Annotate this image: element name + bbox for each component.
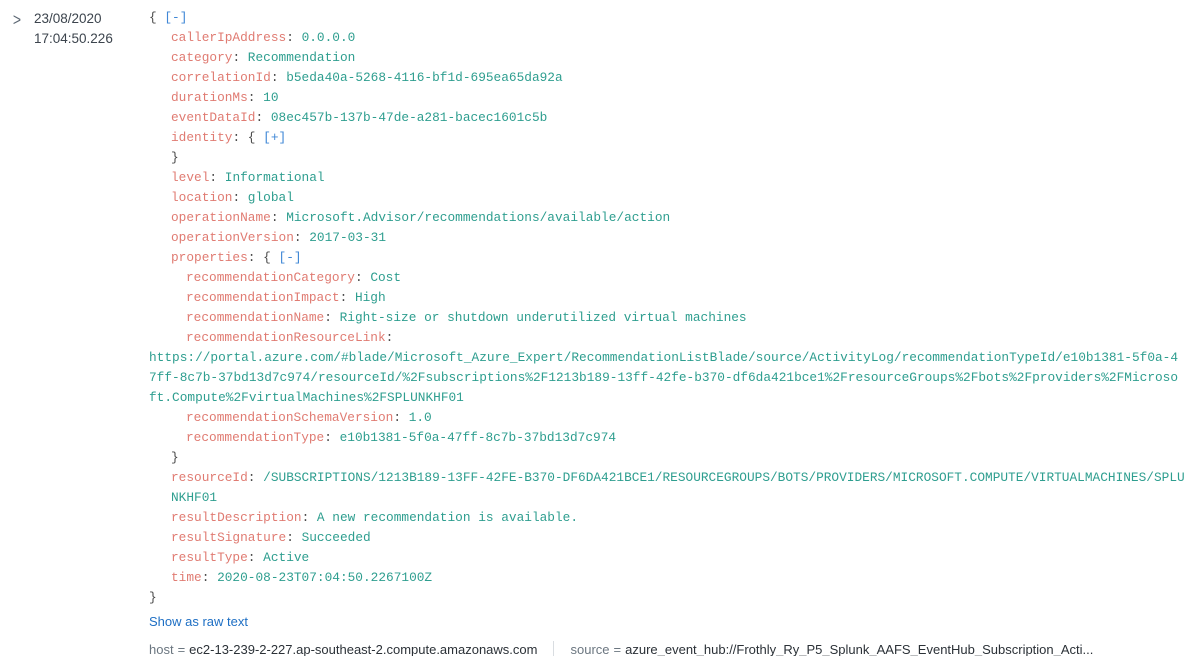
json-root-open: { [-] [149, 8, 1185, 28]
properties-collapse-toggle[interactable]: [-] [279, 250, 302, 265]
json-field-recommendationCategory: recommendationCategory: Cost [186, 270, 402, 285]
json-field-time: time: 2020-08-23T07:04:50.2267100Z [171, 570, 433, 585]
json-value[interactable]: Microsoft.Advisor/recommendations/availa… [286, 210, 670, 225]
json-field-properties: properties: { [-] [171, 250, 302, 265]
json-value[interactable]: 10 [263, 90, 278, 105]
json-field-callerIpAddress: callerIpAddress: 0.0.0.0 [171, 30, 356, 45]
host-value[interactable]: ec2-13-239-2-227.ap-southeast-2.compute.… [189, 639, 537, 656]
identity-brace: { [247, 130, 256, 145]
json-key: category [171, 50, 233, 65]
json-key: recommendationType [186, 430, 325, 445]
json-key: location [171, 190, 233, 205]
host-equals: = [177, 642, 186, 656]
json-key: callerIpAddress [171, 30, 287, 45]
json-key: recommendationSchemaVersion [186, 410, 394, 425]
chevron-right-icon[interactable]: > [13, 10, 21, 28]
properties-close-brace: } [171, 450, 179, 465]
json-value[interactable]: 0.0.0.0 [302, 30, 356, 45]
root-brace: { [149, 10, 157, 25]
json-key: operationName [171, 210, 271, 225]
json-field-level: level: Informational [171, 170, 325, 185]
event-body: { [-] callerIpAddress: 0.0.0.0 category:… [146, 8, 1185, 656]
json-value[interactable]: Active [263, 550, 309, 565]
json-value[interactable]: /SUBSCRIPTIONS/1213B189-13FF-42FE-B370-D… [171, 470, 1185, 505]
recommendation-resource-link-value[interactable]: https://portal.azure.com/#blade/Microsof… [149, 348, 1185, 408]
event-timestamp[interactable]: 23/08/2020 17:04:50.226 [34, 8, 146, 49]
properties-brace: { [263, 250, 271, 265]
json-value[interactable]: Right-size or shutdown underutilized vir… [340, 310, 747, 325]
json-value[interactable]: Succeeded [302, 530, 371, 545]
json-key: resultType [171, 550, 248, 565]
event-metadata: host = ec2-13-239-2-227.ap-southeast-2.c… [149, 639, 1185, 656]
json-key: identity [171, 130, 233, 145]
json-field-resultDescription: resultDescription: A new recommendation … [171, 510, 579, 525]
source-label: source [570, 642, 610, 656]
json-field-recommendationImpact: recommendationImpact: High [186, 290, 386, 305]
metadata-divider [553, 641, 555, 656]
json-field-category: category: Recommendation [171, 50, 356, 65]
json-field-resultSignature: resultSignature: Succeeded [171, 530, 371, 545]
json-field-identity: identity: { [+] [171, 130, 287, 145]
json-key: operationVersion [171, 230, 294, 245]
host-label: host [149, 642, 174, 656]
json-field-eventDataId: eventDataId: 08ec457b-137b-47de-a281-bac… [171, 110, 548, 125]
json-field-recommendationType: recommendationType: e10b1381-5f0a-47ff-8… [186, 430, 617, 445]
json-key: level [171, 170, 210, 185]
json-tree: { [-] callerIpAddress: 0.0.0.0 category:… [149, 8, 1185, 608]
json-key: recommendationCategory [186, 270, 355, 285]
metadata-line-primary: host = ec2-13-239-2-227.ap-southeast-2.c… [149, 639, 1185, 656]
json-field-recommendationName: recommendationName: Right-size or shutdo… [186, 310, 747, 325]
json-field-operationVersion: operationVersion: 2017-03-31 [171, 230, 387, 245]
event-date: 23/08/2020 [34, 11, 102, 26]
json-value[interactable]: Recommendation [248, 50, 356, 65]
json-key: eventDataId [171, 110, 256, 125]
json-key: correlationId [171, 70, 271, 85]
json-field-recommendationResourceLink: recommendationResourceLink: [186, 330, 394, 345]
json-value[interactable]: Informational [225, 170, 325, 185]
json-value[interactable]: 1.0 [409, 410, 432, 425]
json-value[interactable]: 08ec457b-137b-47de-a281-bacec1601c5b [271, 110, 547, 125]
json-field-correlationId: correlationId: b5eda40a-5268-4116-bf1d-6… [171, 70, 563, 85]
json-value[interactable]: global [248, 190, 294, 205]
event-row: > 23/08/2020 17:04:50.226 { [-] callerIp… [0, 0, 1185, 656]
metadata-field-host: host = ec2-13-239-2-227.ap-southeast-2.c… [149, 639, 537, 656]
json-key: properties [171, 250, 248, 265]
json-field-operationName: operationName: Microsoft.Advisor/recomme… [171, 210, 671, 225]
json-value[interactable]: A new recommendation is available. [317, 510, 578, 525]
json-field-durationMs: durationMs: 10 [171, 90, 279, 105]
json-value[interactable]: Cost [370, 270, 401, 285]
root-collapse-toggle[interactable]: [-] [164, 10, 187, 25]
json-field-location: location: global [171, 190, 294, 205]
json-field-recommendationSchemaVersion: recommendationSchemaVersion: 1.0 [186, 410, 432, 425]
json-field-resultType: resultType: Active [171, 550, 310, 565]
json-identity-close: } [149, 148, 1185, 168]
json-value[interactable]: High [355, 290, 386, 305]
identity-close-brace: } [171, 150, 179, 165]
json-key: resourceId [171, 470, 248, 485]
json-properties-close: } [149, 448, 1185, 468]
json-key: recommendationName [186, 310, 325, 325]
source-equals: = [613, 642, 622, 656]
event-time: 17:04:50.226 [34, 31, 113, 46]
identity-expand-toggle[interactable]: [+] [263, 130, 286, 145]
json-key: time [171, 570, 202, 585]
json-field-resourceId: resourceId: /SUBSCRIPTIONS/1213B189-13FF… [171, 470, 1185, 505]
json-value[interactable]: e10b1381-5f0a-47ff-8c7b-37bd13d7c974 [340, 430, 616, 445]
json-value[interactable]: 2017-03-31 [309, 230, 386, 245]
json-value[interactable]: b5eda40a-5268-4116-bf1d-695ea65da92a [286, 70, 562, 85]
json-key: resultDescription [171, 510, 302, 525]
json-root-close: } [149, 588, 1185, 608]
source-value[interactable]: azure_event_hub://Frothly_Ry_P5_Splunk_A… [625, 639, 1093, 656]
json-value[interactable]: 2020-08-23T07:04:50.2267100Z [217, 570, 432, 585]
json-key: recommendationImpact [186, 290, 340, 305]
metadata-field-source: source = azure_event_hub://Frothly_Ry_P5… [570, 639, 1093, 656]
expand-cell: > [0, 8, 34, 29]
json-key: durationMs [171, 90, 248, 105]
json-key: resultSignature [171, 530, 287, 545]
show-as-raw-text-link[interactable]: Show as raw text [149, 614, 248, 629]
root-close-brace: } [149, 590, 157, 605]
json-key: recommendationResourceLink [186, 330, 386, 345]
